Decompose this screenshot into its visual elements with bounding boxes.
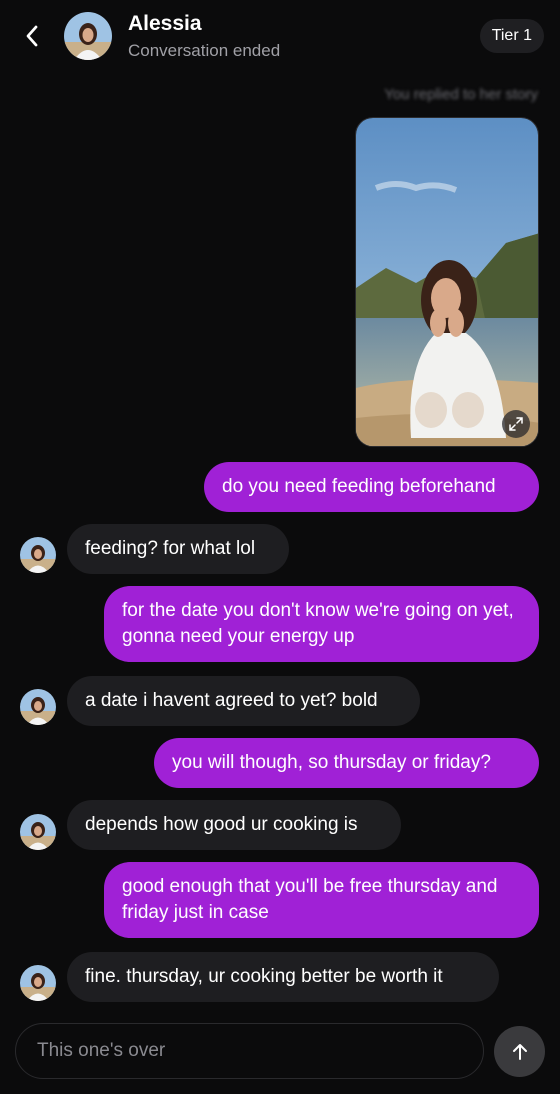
back-button[interactable] [16, 20, 48, 52]
story-reply-caption: You replied to her story [384, 86, 538, 103]
chevron-left-icon [26, 25, 38, 47]
expand-button[interactable] [502, 410, 530, 438]
incoming-message[interactable]: fine. thursday, ur cooking better be wor… [67, 952, 499, 1002]
send-button[interactable] [494, 1026, 545, 1077]
outgoing-message[interactable]: for the date you don't know we're going … [104, 586, 539, 662]
message-composer [15, 1023, 484, 1079]
contact-avatar[interactable] [64, 12, 112, 60]
sender-avatar [20, 814, 56, 850]
arrow-up-icon [512, 1043, 527, 1060]
sender-avatar [20, 689, 56, 725]
incoming-message[interactable]: depends how good ur cooking is [67, 800, 401, 850]
incoming-message[interactable]: a date i havent agreed to yet? bold [67, 676, 420, 726]
incoming-message[interactable]: feeding? for what lol [67, 524, 289, 574]
outgoing-message[interactable]: you will though, so thursday or friday? [154, 738, 539, 788]
message-input[interactable] [37, 1040, 457, 1062]
outgoing-message[interactable]: good enough that you'll be free thursday… [104, 862, 539, 938]
outgoing-message[interactable]: do you need feeding beforehand [204, 462, 539, 512]
tier-badge[interactable]: Tier 1 [479, 19, 544, 53]
sender-avatar [20, 965, 56, 1001]
sender-avatar [20, 537, 56, 573]
story-image[interactable] [355, 117, 539, 447]
conversation-status: Conversation ended [128, 41, 281, 60]
expand-icon [509, 417, 523, 431]
contact-name[interactable]: Alessia [128, 12, 202, 36]
chat-header: Alessia Conversation ended Tier 1 [0, 0, 560, 76]
